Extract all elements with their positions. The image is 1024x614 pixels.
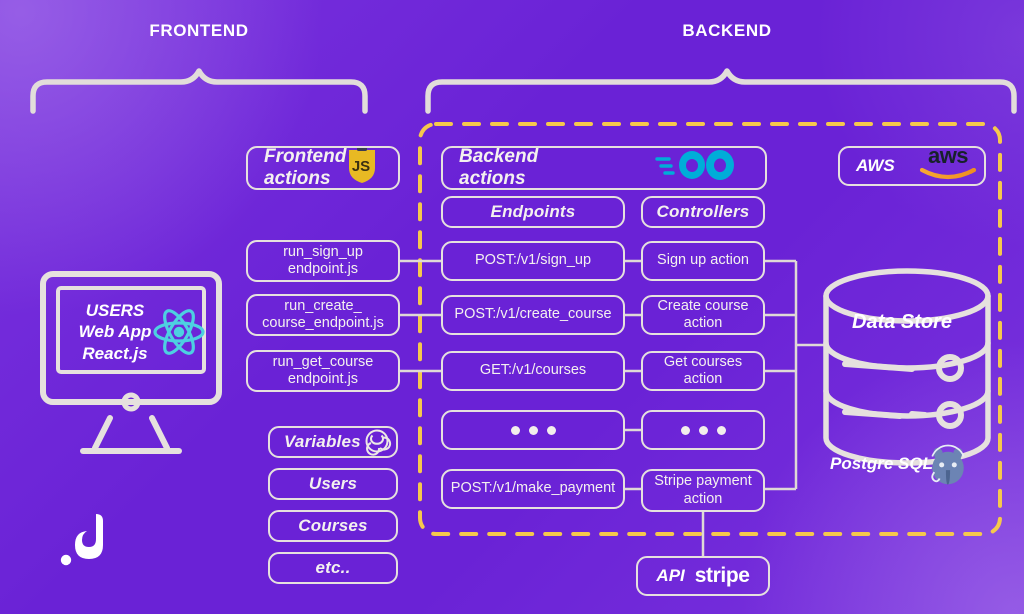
datastore-label: Data Store: [852, 311, 953, 333]
postgresql-icon: [931, 444, 965, 485]
endpoint-row-3-ellipsis[interactable]: [441, 410, 625, 450]
api-stripe-box[interactable]: API stripe: [636, 556, 770, 596]
frontend-endpoint-file-1[interactable]: run_create_ course_endpoint.js: [246, 294, 400, 336]
backend-actions-header[interactable]: Backend actions: [441, 146, 767, 190]
controller-row-2-line2: action: [683, 371, 723, 387]
variables-item-etc[interactable]: etc..: [268, 552, 398, 584]
brace-backend: [425, 68, 1017, 114]
section-label-frontend: FRONTEND: [149, 21, 249, 40]
ellipsis-icon: [510, 425, 556, 435]
stripe-icon: stripe: [694, 563, 750, 587]
monitor-line-2: Web App: [78, 322, 152, 342]
column-header-controllers-label: Controllers: [656, 201, 750, 221]
variables-header-label: Variables: [284, 431, 361, 451]
backend-actions-line2: actions: [459, 168, 526, 189]
aws-box[interactable]: AWS: [838, 146, 986, 186]
frontend-endpoint-file-2-line1: run_get_course: [272, 353, 374, 370]
controller-row-3-ellipsis[interactable]: [641, 410, 765, 450]
controller-row-0[interactable]: Sign up action: [641, 241, 765, 281]
diagram-canvas: FRONTEND BACKEND JS aws USERS Web App Re…: [0, 0, 1024, 614]
endpoint-row-0-label: POST:/v1/sign_up: [474, 252, 592, 269]
controller-row-1-line2: action: [683, 315, 723, 331]
controller-row-0-line1: Sign up action: [657, 252, 749, 269]
frontend-endpoint-file-0-line2: endpoint.js: [287, 261, 359, 277]
column-header-controllers[interactable]: Controllers: [641, 196, 765, 228]
monitor-line-1: USERS: [85, 301, 145, 320]
endpoint-row-2[interactable]: GET:/v1/courses: [441, 351, 625, 391]
frontend-endpoint-file-2-line2: endpoint.js: [287, 371, 359, 387]
controller-row-4[interactable]: Stripe payment action: [641, 469, 765, 512]
controller-row-1-line1: Create course: [657, 297, 749, 314]
variables-item-etc-label: etc..: [315, 557, 351, 577]
controller-row-4-line2: action: [683, 490, 723, 507]
datastore-cylinder: [823, 268, 991, 466]
column-header-endpoints[interactable]: Endpoints: [441, 196, 625, 228]
frontend-endpoint-file-0-line1: run_sign_up: [283, 243, 363, 260]
controller-row-4-line1: Stripe payment: [654, 473, 752, 490]
connector-group-frontend-endpoints: [399, 259, 441, 373]
endpoint-row-4-label: POST:/v1/make_payment: [450, 480, 616, 497]
monitor-line-3: React.js: [82, 343, 148, 363]
controller-row-2[interactable]: Get courses action: [641, 351, 765, 391]
variables-header[interactable]: Variables: [268, 426, 398, 458]
connector-group-endpoints-controllers: [625, 259, 641, 491]
variables-item-users-label: Users: [308, 473, 358, 493]
dot-d-logo: [60, 514, 103, 566]
endpoint-row-0[interactable]: POST:/v1/sign_up: [441, 241, 625, 281]
endpoint-row-2-label: GET:/v1/courses: [479, 362, 587, 379]
connector-group-controllers-datastore: [765, 259, 826, 491]
variables-item-courses-label: Courses: [298, 515, 368, 535]
frontend-endpoint-file-2[interactable]: run_get_course endpoint.js: [246, 350, 400, 392]
ellipsis-icon-controllers: [680, 425, 726, 435]
controller-row-1[interactable]: Create course action: [641, 295, 765, 335]
frontend-endpoint-file-0[interactable]: run_sign_up endpoint.js: [246, 240, 400, 282]
frontend-endpoint-file-1-line2: course_endpoint.js: [262, 315, 384, 331]
aws-label: AWS: [856, 155, 895, 175]
endpoint-row-4[interactable]: POST:/v1/make_payment: [441, 469, 625, 509]
endpoint-row-1-label: POST:/v1/create_course: [454, 306, 612, 323]
variables-item-users[interactable]: Users: [268, 468, 398, 500]
frontend-actions-header[interactable]: Frontend actions: [246, 146, 400, 190]
frontend-actions-line2: actions: [264, 168, 331, 189]
frontend-actions-line1: Frontend: [264, 146, 347, 168]
column-header-endpoints-label: Endpoints: [490, 201, 576, 221]
brace-frontend: [30, 68, 368, 114]
monitor-screen-text: USERS Web App React.js: [60, 300, 170, 364]
postgresql-label: Postgre SQL: [830, 454, 933, 473]
api-label: API: [656, 565, 685, 585]
frontend-endpoint-file-1-line1: run_create_: [284, 297, 362, 314]
endpoint-row-1[interactable]: POST:/v1/create_course: [441, 295, 625, 335]
variables-item-courses[interactable]: Courses: [268, 510, 398, 542]
backend-actions-line1: Backend: [459, 146, 539, 168]
controller-row-2-line1: Get courses: [663, 353, 743, 370]
section-label-backend: BACKEND: [682, 21, 772, 40]
